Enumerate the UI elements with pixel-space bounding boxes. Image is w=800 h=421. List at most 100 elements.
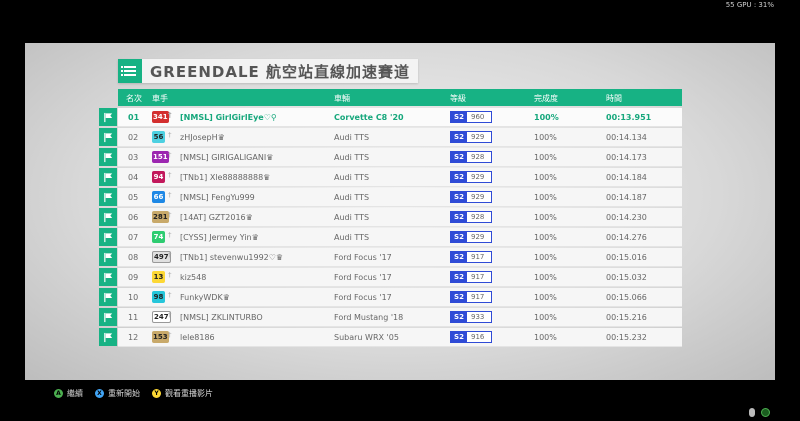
prompt-label: 重新開始 bbox=[108, 389, 140, 398]
driver-level-badge: 56 bbox=[152, 131, 165, 143]
completion: 100% bbox=[534, 233, 557, 242]
completion: 100% bbox=[534, 213, 557, 222]
race-time: 00:15.232 bbox=[606, 333, 647, 342]
rank-icon: † bbox=[168, 291, 172, 299]
col-position: 名次 bbox=[126, 94, 142, 103]
prompt-x[interactable]: X 重新開始 bbox=[95, 388, 140, 399]
driver-name: kiz548 bbox=[180, 273, 207, 282]
completion: 100% bbox=[534, 173, 557, 182]
performance-index: 929 bbox=[471, 173, 485, 181]
flag-icon bbox=[99, 328, 117, 346]
controller-x-button-icon: X bbox=[95, 389, 104, 398]
car-name: Corvette C8 '20 bbox=[334, 113, 404, 122]
driver-name: lele8186 bbox=[180, 333, 215, 342]
table-row[interactable]: 09 13 † kiz548 Ford Focus '17 S2 917 100… bbox=[118, 268, 682, 287]
position: 04 bbox=[128, 173, 139, 182]
controller-y-button-icon: Y bbox=[152, 389, 161, 398]
table-row[interactable]: 08 497 † [TNb1] stevenwu1992♡♛ Ford Focu… bbox=[118, 248, 682, 267]
col-class: 等級 bbox=[450, 94, 466, 103]
performance-index: 916 bbox=[471, 333, 485, 341]
class-letter: S2 bbox=[451, 292, 467, 302]
class-letter: S2 bbox=[451, 332, 467, 342]
position: 06 bbox=[128, 213, 139, 222]
driver-name: [NMSL] GirlGirlEye♡⚲ bbox=[180, 113, 277, 122]
status-indicator-icon bbox=[761, 408, 770, 417]
table-row[interactable]: 11 247 † [NMSL] ZKLINTURBO Ford Mustang … bbox=[118, 308, 682, 327]
driver-level-badge: 13 bbox=[152, 271, 165, 283]
prompt-y[interactable]: Y 觀看重播影片 bbox=[152, 388, 213, 399]
position: 09 bbox=[128, 273, 139, 282]
class-letter: S2 bbox=[451, 232, 467, 242]
race-time: 00:15.216 bbox=[606, 313, 647, 322]
performance-class: S2 917 bbox=[450, 251, 492, 263]
race-time: 00:14.230 bbox=[606, 213, 647, 222]
flag-icon bbox=[99, 268, 117, 286]
flag-icon bbox=[99, 228, 117, 246]
completion: 100% bbox=[534, 153, 557, 162]
race-time: 00:14.173 bbox=[606, 153, 647, 162]
car-name: Subaru WRX '05 bbox=[334, 333, 399, 342]
performance-index: 917 bbox=[471, 253, 485, 261]
performance-index: 928 bbox=[471, 213, 485, 221]
race-time: 00:14.187 bbox=[606, 193, 647, 202]
class-letter: S2 bbox=[451, 312, 467, 322]
rank-icon: † bbox=[168, 311, 172, 319]
car-name: Ford Focus '17 bbox=[334, 253, 392, 262]
col-car: 車輛 bbox=[334, 94, 350, 103]
performance-class: S2 929 bbox=[450, 171, 492, 183]
class-letter: S2 bbox=[451, 132, 467, 142]
table-row[interactable]: 02 56 † zHJosepH♛ Audi TTS S2 929 100% 0… bbox=[118, 128, 682, 147]
performance-index: 929 bbox=[471, 133, 485, 141]
rank-icon: † bbox=[168, 171, 172, 179]
race-time: 00:14.276 bbox=[606, 233, 647, 242]
completion: 100% bbox=[534, 133, 557, 142]
car-name: Audi TTS bbox=[334, 173, 370, 182]
driver-name: [14AT] GZT2016♛ bbox=[180, 213, 253, 222]
performance-index: 929 bbox=[471, 193, 485, 201]
driver-name: FunkyWDK♛ bbox=[180, 293, 230, 302]
col-completion: 完成度 bbox=[534, 94, 558, 103]
position: 08 bbox=[128, 253, 139, 262]
button-prompts: A 繼續 X 重新開始 Y 觀看重播影片 bbox=[54, 388, 213, 399]
table-row[interactable]: 12 153 † lele8186 Subaru WRX '05 S2 916 … bbox=[118, 328, 682, 347]
prompt-label: 繼續 bbox=[67, 389, 83, 398]
performance-class: S2 929 bbox=[450, 231, 492, 243]
microphone-icon bbox=[749, 408, 755, 417]
class-letter: S2 bbox=[451, 212, 467, 222]
table-row[interactable]: 05 66 † [NMSL] FengYu999 Audi TTS S2 929… bbox=[118, 188, 682, 207]
position: 12 bbox=[128, 333, 139, 342]
table-row[interactable]: 10 98 † FunkyWDK♛ Ford Focus '17 S2 917 … bbox=[118, 288, 682, 307]
class-letter: S2 bbox=[451, 192, 467, 202]
performance-class: S2 917 bbox=[450, 291, 492, 303]
completion: 100% bbox=[534, 293, 557, 302]
class-letter: S2 bbox=[451, 252, 467, 262]
table-row[interactable]: 04 94 † [TNb1] Xle88888888♛ Audi TTS S2 … bbox=[118, 168, 682, 187]
car-name: Audi TTS bbox=[334, 193, 370, 202]
rank-icon: † bbox=[168, 331, 172, 339]
table-row[interactable]: 03 151 † [NMSL] GIRIGALIGANI♛ Audi TTS S… bbox=[118, 148, 682, 167]
flag-icon bbox=[99, 248, 117, 266]
driver-level-badge: 341 bbox=[152, 111, 169, 123]
race-time: 00:14.134 bbox=[606, 133, 647, 142]
class-letter: S2 bbox=[451, 152, 467, 162]
completion: 100% bbox=[534, 333, 557, 342]
prompt-label: 觀看重播影片 bbox=[165, 389, 213, 398]
class-letter: S2 bbox=[451, 172, 467, 182]
table-row[interactable]: 06 281 † [14AT] GZT2016♛ Audi TTS S2 928… bbox=[118, 208, 682, 227]
flag-icon bbox=[99, 108, 117, 126]
class-letter: S2 bbox=[451, 112, 467, 122]
table-row[interactable]: 01 341 † [NMSL] GirlGirlEye♡⚲ Corvette C… bbox=[118, 108, 682, 127]
performance-index: 929 bbox=[471, 233, 485, 241]
flag-icon bbox=[99, 208, 117, 226]
performance-index: 917 bbox=[471, 273, 485, 281]
flag-icon bbox=[99, 308, 117, 326]
driver-level-badge: 66 bbox=[152, 191, 165, 203]
position: 05 bbox=[128, 193, 139, 202]
performance-class: S2 929 bbox=[450, 191, 492, 203]
prompt-a[interactable]: A 繼續 bbox=[54, 388, 83, 399]
driver-name: [NMSL] GIRIGALIGANI♛ bbox=[180, 153, 274, 162]
table-row[interactable]: 07 74 † [CYSS] Jermey Yin♛ Audi TTS S2 9… bbox=[118, 228, 682, 247]
event-title: GREENDALE 航空站直線加速賽道 bbox=[150, 63, 410, 81]
car-name: Ford Focus '17 bbox=[334, 293, 392, 302]
class-letter: S2 bbox=[451, 272, 467, 282]
